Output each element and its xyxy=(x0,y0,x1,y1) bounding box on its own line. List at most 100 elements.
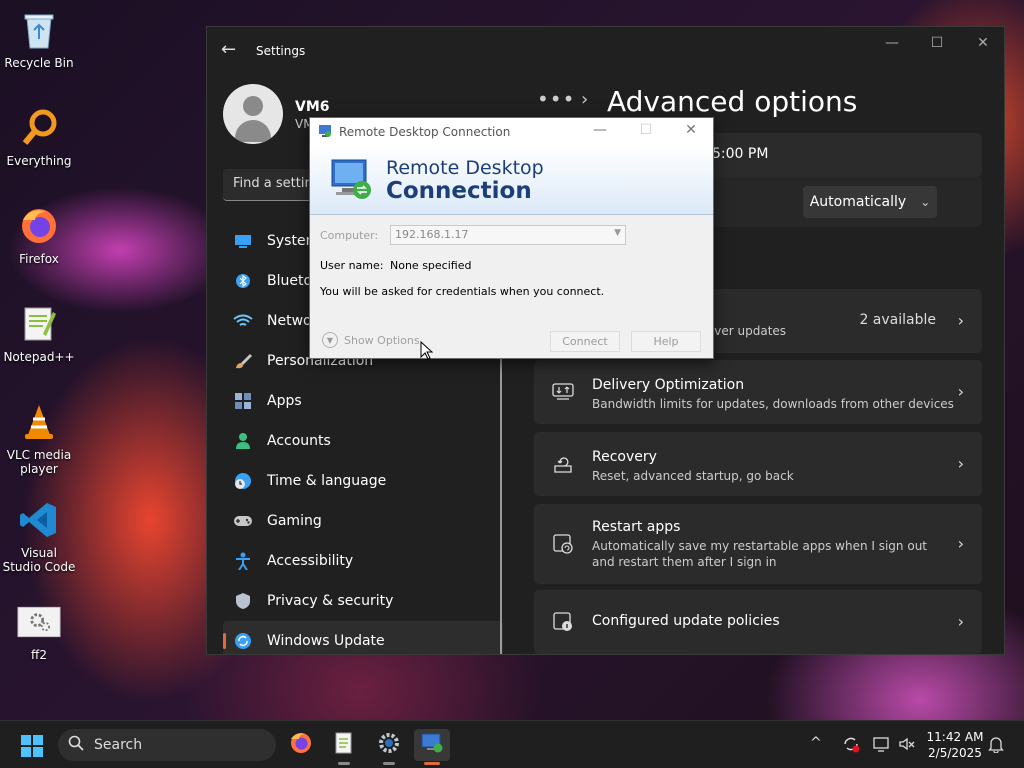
minimize-icon[interactable]: — xyxy=(877,35,907,51)
computer-combobox[interactable]: 192.168.1.17 ▼ xyxy=(390,225,626,245)
windows-start-icon[interactable] xyxy=(21,735,43,757)
app-title: Settings xyxy=(256,44,306,58)
computer-value: 192.168.1.17 xyxy=(395,228,469,241)
chevron-down-circle-icon: ▼ xyxy=(322,332,338,348)
apps-icon xyxy=(233,391,253,411)
automatically-dropdown[interactable]: Automatically ⌄ xyxy=(803,186,937,218)
sync-icon[interactable] xyxy=(842,735,860,757)
remote-desktop-logo-icon xyxy=(326,154,378,206)
close-icon[interactable]: ✕ xyxy=(968,35,998,51)
connect-button[interactable]: Connect xyxy=(550,331,620,352)
restart-apps-icon xyxy=(552,533,574,555)
card-title: Restart apps xyxy=(592,519,681,535)
remote-desktop-icon xyxy=(318,124,332,138)
username-label: User name: xyxy=(320,259,384,272)
maximize-icon: ☐ xyxy=(639,122,653,138)
notification-bell-icon[interactable] xyxy=(988,735,1004,757)
nav-label: Privacy & security xyxy=(267,593,394,609)
minimize-icon[interactable]: — xyxy=(586,122,614,138)
user-name: VM6 xyxy=(295,99,330,115)
delivery-optimization-card[interactable]: Delivery Optimization Bandwidth limits f… xyxy=(534,360,982,424)
chevron-down-icon: ⌄ xyxy=(920,195,931,209)
settings-gear-icon xyxy=(377,731,401,759)
remote-desktop-icon xyxy=(420,731,444,759)
taskbar-search[interactable]: Search xyxy=(58,729,276,761)
nav-item-privacy-security[interactable]: Privacy & security xyxy=(223,581,503,621)
breadcrumb-more-icon[interactable]: ••• xyxy=(537,87,575,111)
desktop-icon-vscode[interactable]: Visual Studio Code xyxy=(2,498,76,574)
taskbar-remote-desktop[interactable] xyxy=(414,729,450,765)
taskbar-settings[interactable] xyxy=(371,729,407,765)
chevron-right-icon: › xyxy=(957,454,964,473)
desktop-icon-label: VLC media player xyxy=(6,448,72,476)
taskbar-firefox[interactable] xyxy=(283,729,319,761)
recovery-icon xyxy=(552,453,574,475)
everything-search-icon xyxy=(17,106,61,150)
desktop-icon-label: Notepad++ xyxy=(3,350,75,364)
chevron-right-icon: › xyxy=(957,534,964,553)
computer-label: Computer: xyxy=(320,229,379,242)
desktop-icon-notepadpp[interactable]: Notepad++ xyxy=(2,302,76,364)
firefox-icon xyxy=(289,731,313,759)
chevron-right-icon: › xyxy=(957,382,964,401)
desktop-icon-label: Visual Studio Code xyxy=(2,546,76,574)
account-icon xyxy=(233,431,253,451)
firefox-icon xyxy=(17,204,61,248)
taskbar-notepadpp[interactable] xyxy=(326,729,362,765)
brush-icon xyxy=(233,351,253,371)
nav-item-apps[interactable]: Apps xyxy=(223,381,503,421)
show-options-label: Show Options xyxy=(344,333,420,347)
nav-item-windows-update[interactable]: Windows Update xyxy=(223,621,503,654)
shield-icon xyxy=(233,591,253,611)
nav-label: Gaming xyxy=(267,513,322,529)
globe-clock-icon xyxy=(233,471,253,491)
delivery-optimization-icon xyxy=(552,381,574,403)
nav-label: Windows Update xyxy=(267,633,385,649)
nav-item-gaming[interactable]: Gaming xyxy=(223,501,503,541)
taskbar-clock[interactable]: 11:42 AM 2/5/2025 xyxy=(922,729,988,761)
nav-label: Time & language xyxy=(267,473,387,489)
avatar[interactable] xyxy=(223,84,283,144)
nav-label: Accessibility xyxy=(267,553,354,569)
close-icon[interactable]: ✕ xyxy=(677,122,705,138)
card-subtitle: Reset, advanced startup, go back xyxy=(592,469,794,483)
card-subtitle: Automatically save my restartable apps w… xyxy=(592,539,927,569)
search-label: Search xyxy=(94,737,143,753)
desktop-icon-vlc[interactable]: VLC media player xyxy=(2,400,76,476)
restart-apps-card[interactable]: Restart apps Automatically save my resta… xyxy=(534,504,982,584)
chevron-down-icon: ▼ xyxy=(614,228,621,238)
nav-label: Apps xyxy=(267,393,302,409)
recovery-card[interactable]: Recovery Reset, advanced startup, go bac… xyxy=(534,432,982,496)
mouse-cursor-icon xyxy=(420,341,434,360)
configured-update-policies-card[interactable]: Configured update policies › xyxy=(534,590,982,654)
nav-item-accessibility[interactable]: Accessibility xyxy=(223,541,503,581)
credentials-note: You will be asked for credentials when y… xyxy=(320,285,605,298)
show-options-button[interactable]: ▼ Show Options xyxy=(322,332,420,348)
remote-desktop-dialog: Remote Desktop Connection — ☐ ✕ Remote D… xyxy=(309,117,714,359)
help-button[interactable]: Help xyxy=(631,331,701,352)
nav-item-time-language[interactable]: Time & language xyxy=(223,461,503,501)
chevron-right-icon: › xyxy=(957,311,964,330)
desktop-icon-label: Recycle Bin xyxy=(4,56,74,70)
rdc-titlebar: Remote Desktop Connection — ☐ ✕ xyxy=(310,118,713,146)
chevron-up-icon[interactable]: ^ xyxy=(810,735,822,751)
volume-muted-icon[interactable] xyxy=(898,735,916,757)
card-title: Delivery Optimization xyxy=(592,377,745,393)
nav-scrollbar[interactable] xyxy=(500,357,502,654)
desktop-icon-firefox[interactable]: Firefox xyxy=(2,204,76,266)
network-icon[interactable] xyxy=(872,735,890,757)
notepadpp-icon xyxy=(17,302,61,346)
maximize-icon[interactable]: ☐ xyxy=(922,35,952,51)
desktop-icon-recycle-bin[interactable]: Recycle Bin xyxy=(2,8,76,70)
desktop-icon-ff2[interactable]: ff2 xyxy=(2,600,76,662)
desktop-icon-label: Firefox xyxy=(19,252,59,266)
card-subtitle: Bandwidth limits for updates, downloads … xyxy=(592,397,954,411)
back-arrow-icon[interactable]: ← xyxy=(221,39,236,60)
rdc-banner-line1: Remote Desktop xyxy=(386,157,544,179)
settings-titlebar: ← Settings — ☐ ✕ xyxy=(207,27,1004,73)
nav-item-accounts[interactable]: Accounts xyxy=(223,421,503,461)
card-title: Configured update policies xyxy=(592,613,780,629)
update-icon xyxy=(233,631,253,651)
vlc-cone-icon xyxy=(17,400,61,444)
desktop-icon-everything[interactable]: Everything xyxy=(2,106,76,168)
